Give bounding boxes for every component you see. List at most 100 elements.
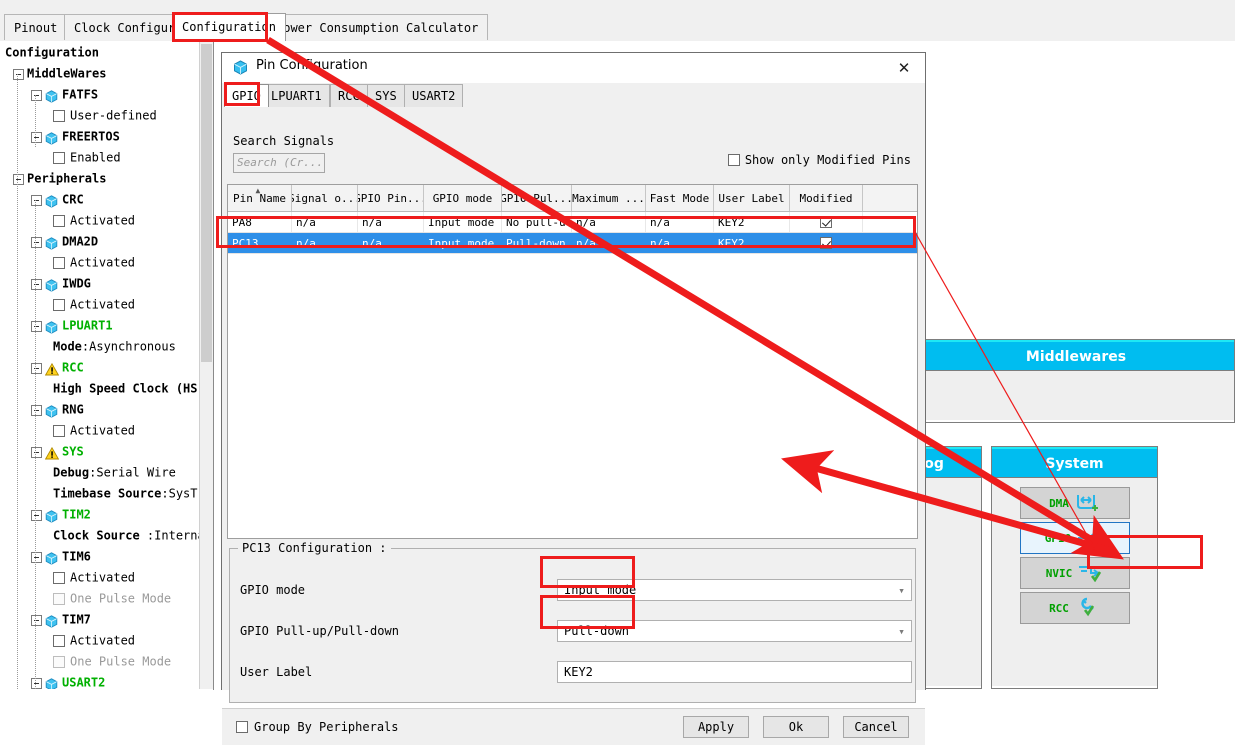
dialog-tab-rcc[interactable]: RCC bbox=[330, 84, 368, 107]
pin-table-column-header[interactable]: ▲Pin Name bbox=[228, 185, 292, 211]
checkbox-icon[interactable] bbox=[236, 721, 248, 733]
tree-expander-icon[interactable] bbox=[31, 321, 42, 332]
tree-expander-icon[interactable] bbox=[31, 90, 42, 101]
checkbox-icon[interactable] bbox=[53, 215, 65, 227]
tree-item-high-speed-clock-hs[interactable]: High Speed Clock (HS bbox=[1, 378, 199, 399]
show-only-modified-pins-checkbox[interactable]: Show only Modified Pins bbox=[728, 153, 911, 167]
tree-item-user-defined[interactable]: User-defined bbox=[1, 105, 199, 126]
tree-item-activated[interactable]: Activated bbox=[1, 210, 199, 231]
modified-checkbox-cell[interactable] bbox=[790, 212, 863, 232]
gpio-pull-select[interactable]: Pull-down ▾ bbox=[557, 620, 912, 642]
tree-item-tim2[interactable]: TIM2 bbox=[1, 504, 199, 525]
tree-item-debug-serial-wire[interactable]: Debug:Serial Wire bbox=[1, 462, 199, 483]
tree-item-dma2d[interactable]: DMA2D bbox=[1, 231, 199, 252]
ip-button-gpio[interactable]: GPIO bbox=[1020, 522, 1130, 554]
pin-table-body[interactable]: PA8n/an/aInput modeNo pull-un/an/aKEY2PC… bbox=[228, 212, 917, 254]
tree-expander-icon[interactable] bbox=[31, 552, 42, 563]
tree-item-mode-asynchronous[interactable]: Mode:Asynchronous bbox=[1, 336, 199, 357]
checkbox-icon[interactable] bbox=[53, 110, 65, 122]
tree-expander-icon[interactable] bbox=[31, 615, 42, 626]
tree-item-crc[interactable]: CRC bbox=[1, 189, 199, 210]
tab-power-consumption-calculator[interactable]: Power Consumption Calculator bbox=[266, 14, 488, 40]
tree-scrollbar[interactable] bbox=[199, 42, 213, 689]
ok-button[interactable]: Ok bbox=[763, 716, 829, 738]
ip-button-dma[interactable]: DMA bbox=[1020, 487, 1130, 519]
dialog-tab-usart2[interactable]: USART2 bbox=[404, 84, 463, 107]
tree-item-one-pulse-mode[interactable]: One Pulse Mode bbox=[1, 651, 199, 672]
checkbox-icon[interactable] bbox=[53, 257, 65, 269]
pin-table-column-header[interactable]: Signal o... bbox=[292, 185, 358, 211]
cancel-button[interactable]: Cancel bbox=[843, 716, 909, 738]
tree-item-rcc[interactable]: RCC bbox=[1, 357, 199, 378]
tree-item-sys[interactable]: SYS bbox=[1, 441, 199, 462]
ip-button-rcc[interactable]: RCC bbox=[1020, 592, 1130, 624]
checkbox-icon[interactable] bbox=[53, 152, 65, 164]
search-input[interactable]: Search (Cr... bbox=[233, 153, 325, 173]
tree-item-peripherals[interactable]: Peripherals bbox=[1, 168, 199, 189]
tree-expander-icon[interactable] bbox=[31, 195, 42, 206]
tree-item-timebase-source-syst[interactable]: Timebase Source:SysT: bbox=[1, 483, 199, 504]
tree-expander-icon[interactable] bbox=[31, 447, 42, 458]
tab-configuration[interactable]: Configuration bbox=[172, 13, 286, 41]
tree-item-rng[interactable]: RNG bbox=[1, 399, 199, 420]
tree-item-freertos[interactable]: FREERTOS bbox=[1, 126, 199, 147]
pin-table-column-header[interactable]: Fast Mode bbox=[646, 185, 714, 211]
table-row[interactable]: PA8n/an/aInput modeNo pull-un/an/aKEY2 bbox=[228, 212, 917, 233]
configuration-tree[interactable]: ConfigurationMiddleWaresFATFSUser-define… bbox=[1, 42, 199, 689]
tree-item-enabled[interactable]: Enabled bbox=[1, 147, 199, 168]
tree-scrollbar-thumb[interactable] bbox=[201, 44, 212, 362]
pin-table[interactable]: ▲Pin NameSignal o...GPIO Pin...GPIO mode… bbox=[227, 184, 918, 539]
tree-item-activated[interactable]: Activated bbox=[1, 294, 199, 315]
tree-item-activated[interactable]: Activated bbox=[1, 420, 199, 441]
tree-item-one-pulse-mode[interactable]: One Pulse Mode bbox=[1, 588, 199, 609]
tree-expander-icon[interactable] bbox=[31, 363, 42, 374]
tree-item-usart2[interactable]: USART2 bbox=[1, 672, 199, 689]
tree-expander-icon[interactable] bbox=[31, 510, 42, 521]
tab-pinout[interactable]: Pinout bbox=[4, 14, 67, 40]
pin-table-column-header[interactable]: GPIO mode bbox=[424, 185, 502, 211]
tree-expander-icon[interactable] bbox=[31, 237, 42, 248]
tree-expander-icon[interactable] bbox=[31, 405, 42, 416]
gpio-mode-select[interactable]: Input mode ▾ bbox=[557, 579, 912, 601]
tree-item-iwdg[interactable]: IWDG bbox=[1, 273, 199, 294]
checkbox-icon[interactable] bbox=[53, 572, 65, 584]
dialog-tab-lpuart1[interactable]: LPUART1 bbox=[263, 84, 330, 107]
tree-item-clock-source-interna[interactable]: Clock Source :Interna bbox=[1, 525, 199, 546]
pin-table-column-header[interactable]: User Label bbox=[714, 185, 790, 211]
pin-table-column-header[interactable]: GPIO Pin... bbox=[358, 185, 424, 211]
close-icon[interactable]: ✕ bbox=[891, 57, 917, 79]
modified-checkbox-cell[interactable] bbox=[790, 233, 863, 253]
chevron-down-icon[interactable]: ▾ bbox=[896, 585, 907, 596]
chevron-down-icon[interactable]: ▾ bbox=[896, 626, 907, 637]
tree-expander-icon[interactable] bbox=[31, 132, 42, 143]
tree-item-activated[interactable]: Activated bbox=[1, 567, 199, 588]
pin-table-column-header[interactable]: Maximum ... bbox=[572, 185, 646, 211]
tree-expander-icon[interactable] bbox=[31, 678, 42, 689]
ip-button-nvic[interactable]: NVIC bbox=[1020, 557, 1130, 589]
dialog-tab-gpio[interactable]: GPIO bbox=[224, 84, 269, 107]
checkbox-icon[interactable] bbox=[53, 299, 65, 311]
dialog-tab-sys[interactable]: SYS bbox=[367, 84, 405, 107]
checkbox-icon[interactable] bbox=[53, 593, 65, 605]
checkbox-icon[interactable] bbox=[728, 154, 740, 166]
apply-button[interactable]: Apply bbox=[683, 716, 749, 738]
tree-expander-icon[interactable] bbox=[31, 279, 42, 290]
tree-item-middlewares[interactable]: MiddleWares bbox=[1, 63, 199, 84]
checkbox-icon[interactable] bbox=[53, 425, 65, 437]
pin-table-column-header[interactable]: GPIO Pul... bbox=[502, 185, 572, 211]
tree-item-configuration[interactable]: Configuration bbox=[1, 42, 199, 63]
checkbox-icon[interactable] bbox=[53, 635, 65, 647]
user-label-input[interactable]: KEY2 bbox=[557, 661, 912, 683]
group-by-peripherals-checkbox[interactable]: Group By Peripherals bbox=[236, 720, 399, 734]
table-row[interactable]: PC13n/an/aInput modePull-downn/an/aKEY2 bbox=[228, 233, 917, 254]
tree-item-fatfs[interactable]: FATFS bbox=[1, 84, 199, 105]
tree-item-lpuart1[interactable]: LPUART1 bbox=[1, 315, 199, 336]
tree-item-tim6[interactable]: TIM6 bbox=[1, 546, 199, 567]
tree-item-activated[interactable]: Activated bbox=[1, 630, 199, 651]
pin-table-column-header[interactable]: Modified bbox=[790, 185, 863, 211]
checkbox-icon[interactable] bbox=[53, 656, 65, 668]
tree-item-tim7[interactable]: TIM7 bbox=[1, 609, 199, 630]
tree-expander-icon[interactable] bbox=[13, 69, 24, 80]
tree-item-activated[interactable]: Activated bbox=[1, 252, 199, 273]
tree-expander-icon[interactable] bbox=[13, 174, 24, 185]
